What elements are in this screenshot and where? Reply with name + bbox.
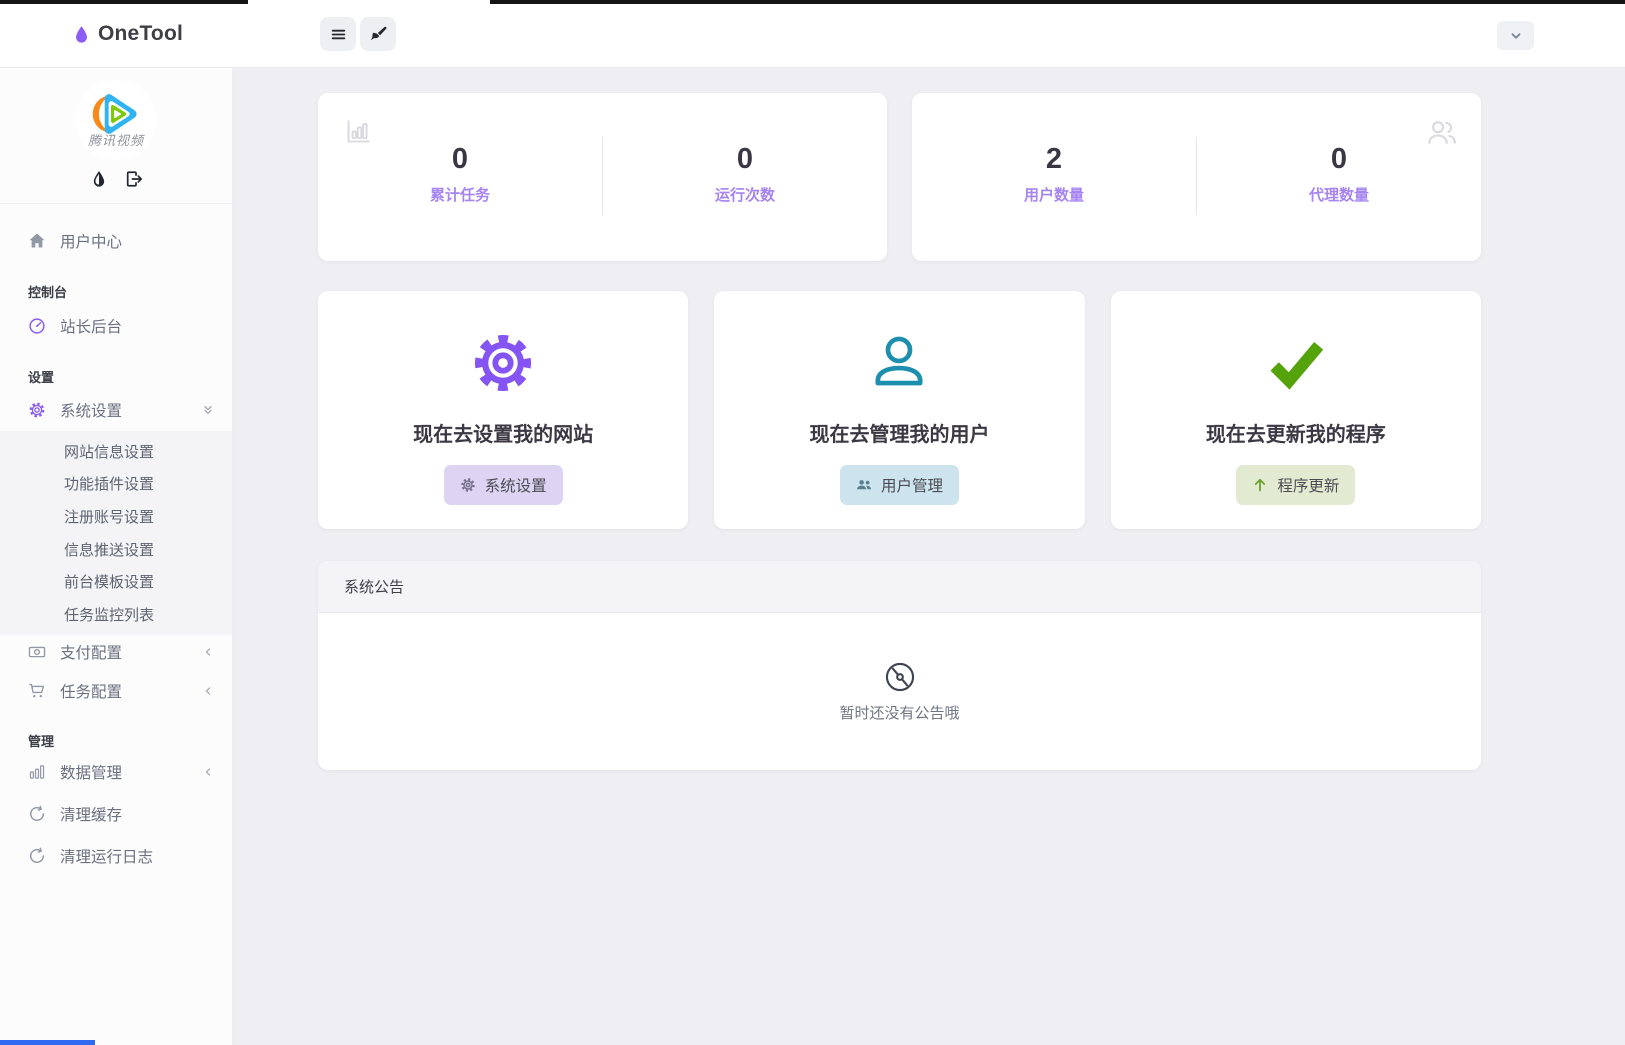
- slash-circle-icon: [883, 660, 917, 694]
- announcement-header: 系统公告: [318, 561, 1481, 613]
- stat-value: 0: [737, 145, 753, 174]
- announcement-panel: 系统公告 暂时还没有公告哦: [318, 561, 1481, 770]
- program-update-button[interactable]: 程序更新: [1236, 465, 1355, 505]
- gear-icon: [28, 401, 46, 419]
- stats-card-users: 2 用户数量 0 代理数量: [912, 93, 1481, 261]
- sidebar-item-webmaster[interactable]: 站长后台: [0, 309, 232, 343]
- system-settings-button[interactable]: 系统设置: [444, 465, 563, 505]
- sidebar-item-data-manage[interactable]: 数据管理: [0, 755, 232, 789]
- admin-dashboard: OneTool 腾讯视频: [0, 0, 1625, 1045]
- droplet-icon[interactable]: [90, 170, 108, 188]
- sidebar-item-label: 支付配置: [60, 641, 122, 663]
- stat-value: 0: [452, 145, 468, 174]
- user-manage-button[interactable]: 用户管理: [840, 465, 959, 505]
- people-icon: [1425, 116, 1458, 149]
- stat-label: 累计任务: [430, 184, 490, 205]
- sidebar-toggle-button[interactable]: [320, 17, 356, 51]
- chevron-left-icon: [202, 766, 214, 778]
- arrow-up-icon: [1252, 477, 1268, 493]
- submenu-item-plugins[interactable]: 功能插件设置: [0, 468, 232, 501]
- action-title: 现在去更新我的程序: [1206, 418, 1386, 447]
- header: OneTool: [0, 0, 1625, 68]
- house-icon: [28, 232, 46, 250]
- sidebar-item-label: 数据管理: [60, 761, 122, 783]
- stat-agent-count: 0 代理数量: [1197, 145, 1481, 215]
- action-title: 现在去设置我的网站: [413, 418, 593, 447]
- sidebar-item-label: 用户中心: [60, 230, 122, 252]
- submenu-item-site-info[interactable]: 网站信息设置: [0, 435, 232, 468]
- sidebar-item-label: 站长后台: [60, 315, 122, 337]
- sidebar-item-label: 清理缓存: [60, 803, 122, 825]
- action-card-user-manage: 现在去管理我的用户 用户管理: [714, 291, 1084, 529]
- sidebar-item-task-config[interactable]: 任务配置: [0, 674, 232, 708]
- announcement-body: 暂时还没有公告哦: [318, 613, 1481, 769]
- chevron-left-icon: [202, 685, 214, 697]
- stat-user-count: 2 用户数量: [912, 145, 1196, 215]
- sidebar: 腾讯视频 用户中心 控制台 站长后台 设置 系统设置: [0, 68, 233, 1045]
- chevrons-down-icon: [202, 404, 214, 416]
- button-label: 系统设置: [485, 474, 547, 496]
- speedometer-icon: [28, 317, 46, 335]
- stat-label: 用户数量: [1024, 184, 1084, 205]
- stat-label: 运行次数: [715, 184, 775, 205]
- chevron-down-icon: [1509, 29, 1523, 43]
- gear-icon: [460, 477, 476, 493]
- stat-label: 代理数量: [1309, 184, 1369, 205]
- gear-icon: [470, 330, 536, 396]
- sidebar-item-label: 清理运行日志: [60, 845, 153, 867]
- progress-bar-segment: [490, 0, 1625, 4]
- avatar-caption: 腾讯视频: [76, 130, 156, 149]
- sign-out-icon[interactable]: [125, 170, 143, 188]
- avatar[interactable]: 腾讯视频: [76, 80, 156, 160]
- droplet-logo-icon: [72, 25, 91, 44]
- chevron-left-icon: [202, 646, 214, 658]
- bottom-scroll-indicator: [0, 1040, 95, 1045]
- submenu-item-push[interactable]: 信息推送设置: [0, 533, 232, 566]
- sidebar-section-console: 控制台: [0, 282, 232, 300]
- action-card-program-update: 现在去更新我的程序 程序更新: [1111, 291, 1481, 529]
- sidebar-item-user-center[interactable]: 用户中心: [0, 224, 232, 258]
- submenu-item-register[interactable]: 注册账号设置: [0, 500, 232, 533]
- sidebar-item-clear-cache[interactable]: 清理缓存: [0, 797, 232, 831]
- brand-name: OneTool: [98, 22, 183, 46]
- brush-icon: [370, 26, 387, 43]
- submenu-item-template[interactable]: 前台模板设置: [0, 565, 232, 598]
- account-dropdown-button[interactable]: [1497, 21, 1534, 50]
- bar-chart-icon: [28, 763, 46, 781]
- submenu-item-task-monitor[interactable]: 任务监控列表: [0, 598, 232, 631]
- cart-icon: [28, 682, 46, 700]
- sidebar-item-clear-logs[interactable]: 清理运行日志: [0, 839, 232, 873]
- hamburger-icon: [330, 26, 347, 43]
- announcement-empty-text: 暂时还没有公告哦: [839, 702, 959, 723]
- sidebar-section-settings: 设置: [0, 367, 232, 385]
- arrow-clockwise-icon: [28, 805, 46, 823]
- check-icon: [1263, 330, 1329, 396]
- sidebar-section-manage: 管理: [0, 732, 232, 750]
- stat-run-count: 0 运行次数: [603, 145, 887, 215]
- sidebar-nav: 用户中心 控制台 站长后台 设置 系统设置 网站信息设置 功能插件设置 注册账号…: [0, 224, 232, 873]
- sidebar-item-payment[interactable]: 支付配置: [0, 635, 232, 669]
- people-fill-icon: [856, 477, 872, 493]
- bar-chart-axis-icon: [345, 117, 373, 145]
- button-label: 程序更新: [1277, 474, 1339, 496]
- action-card-site-settings: 现在去设置我的网站 系统设置: [318, 291, 688, 529]
- progress-bar-segment: [0, 0, 248, 4]
- action-title: 现在去管理我的用户: [809, 418, 989, 447]
- main-content: 0 累计任务 0 运行次数 2: [233, 68, 1625, 1045]
- sidebar-item-label: 任务配置: [60, 680, 122, 702]
- brand: OneTool: [72, 0, 183, 68]
- sidebar-item-label: 系统设置: [60, 399, 122, 421]
- divider: [0, 203, 232, 204]
- cash-icon: [28, 643, 46, 661]
- stats-card-tasks: 0 累计任务 0 运行次数: [318, 93, 887, 261]
- stat-value: 0: [1331, 145, 1347, 174]
- theme-brush-button[interactable]: [360, 17, 396, 51]
- arrow-clockwise-icon: [28, 847, 46, 865]
- button-label: 用户管理: [881, 474, 943, 496]
- system-settings-submenu: 网站信息设置 功能插件设置 注册账号设置 信息推送设置 前台模板设置 任务监控列…: [0, 431, 232, 635]
- person-icon: [866, 330, 932, 396]
- stat-total-tasks: 0 累计任务: [318, 145, 602, 215]
- stat-value: 2: [1046, 145, 1062, 174]
- sidebar-item-system-settings[interactable]: 系统设置: [0, 393, 232, 427]
